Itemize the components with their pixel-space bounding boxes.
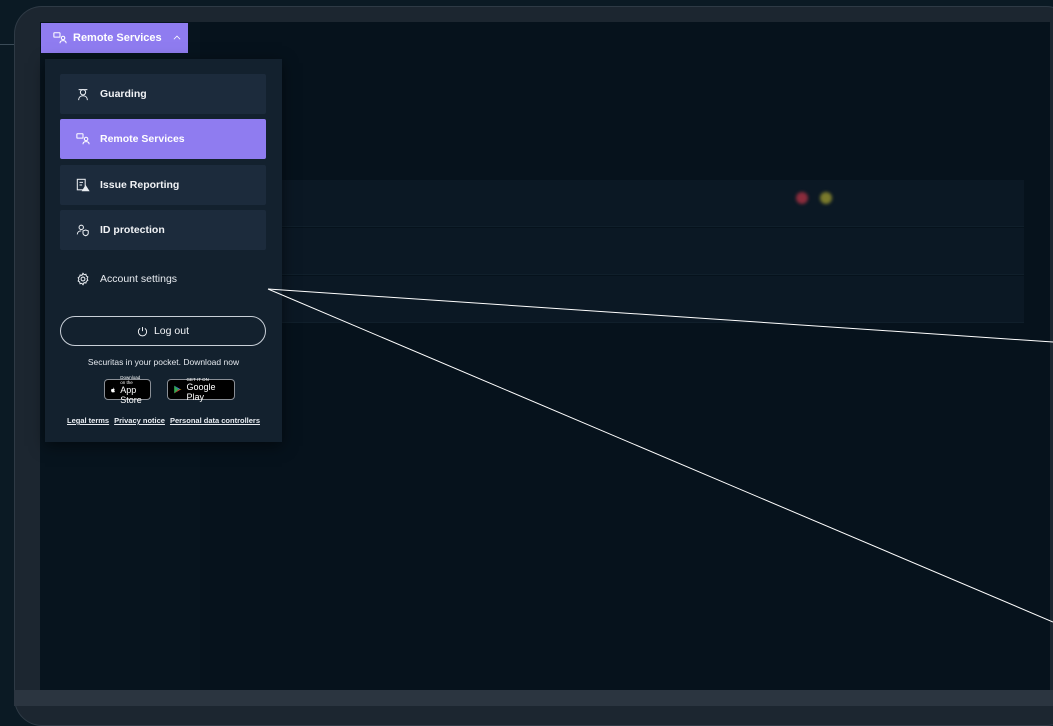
callout-lines [267,288,1053,623]
